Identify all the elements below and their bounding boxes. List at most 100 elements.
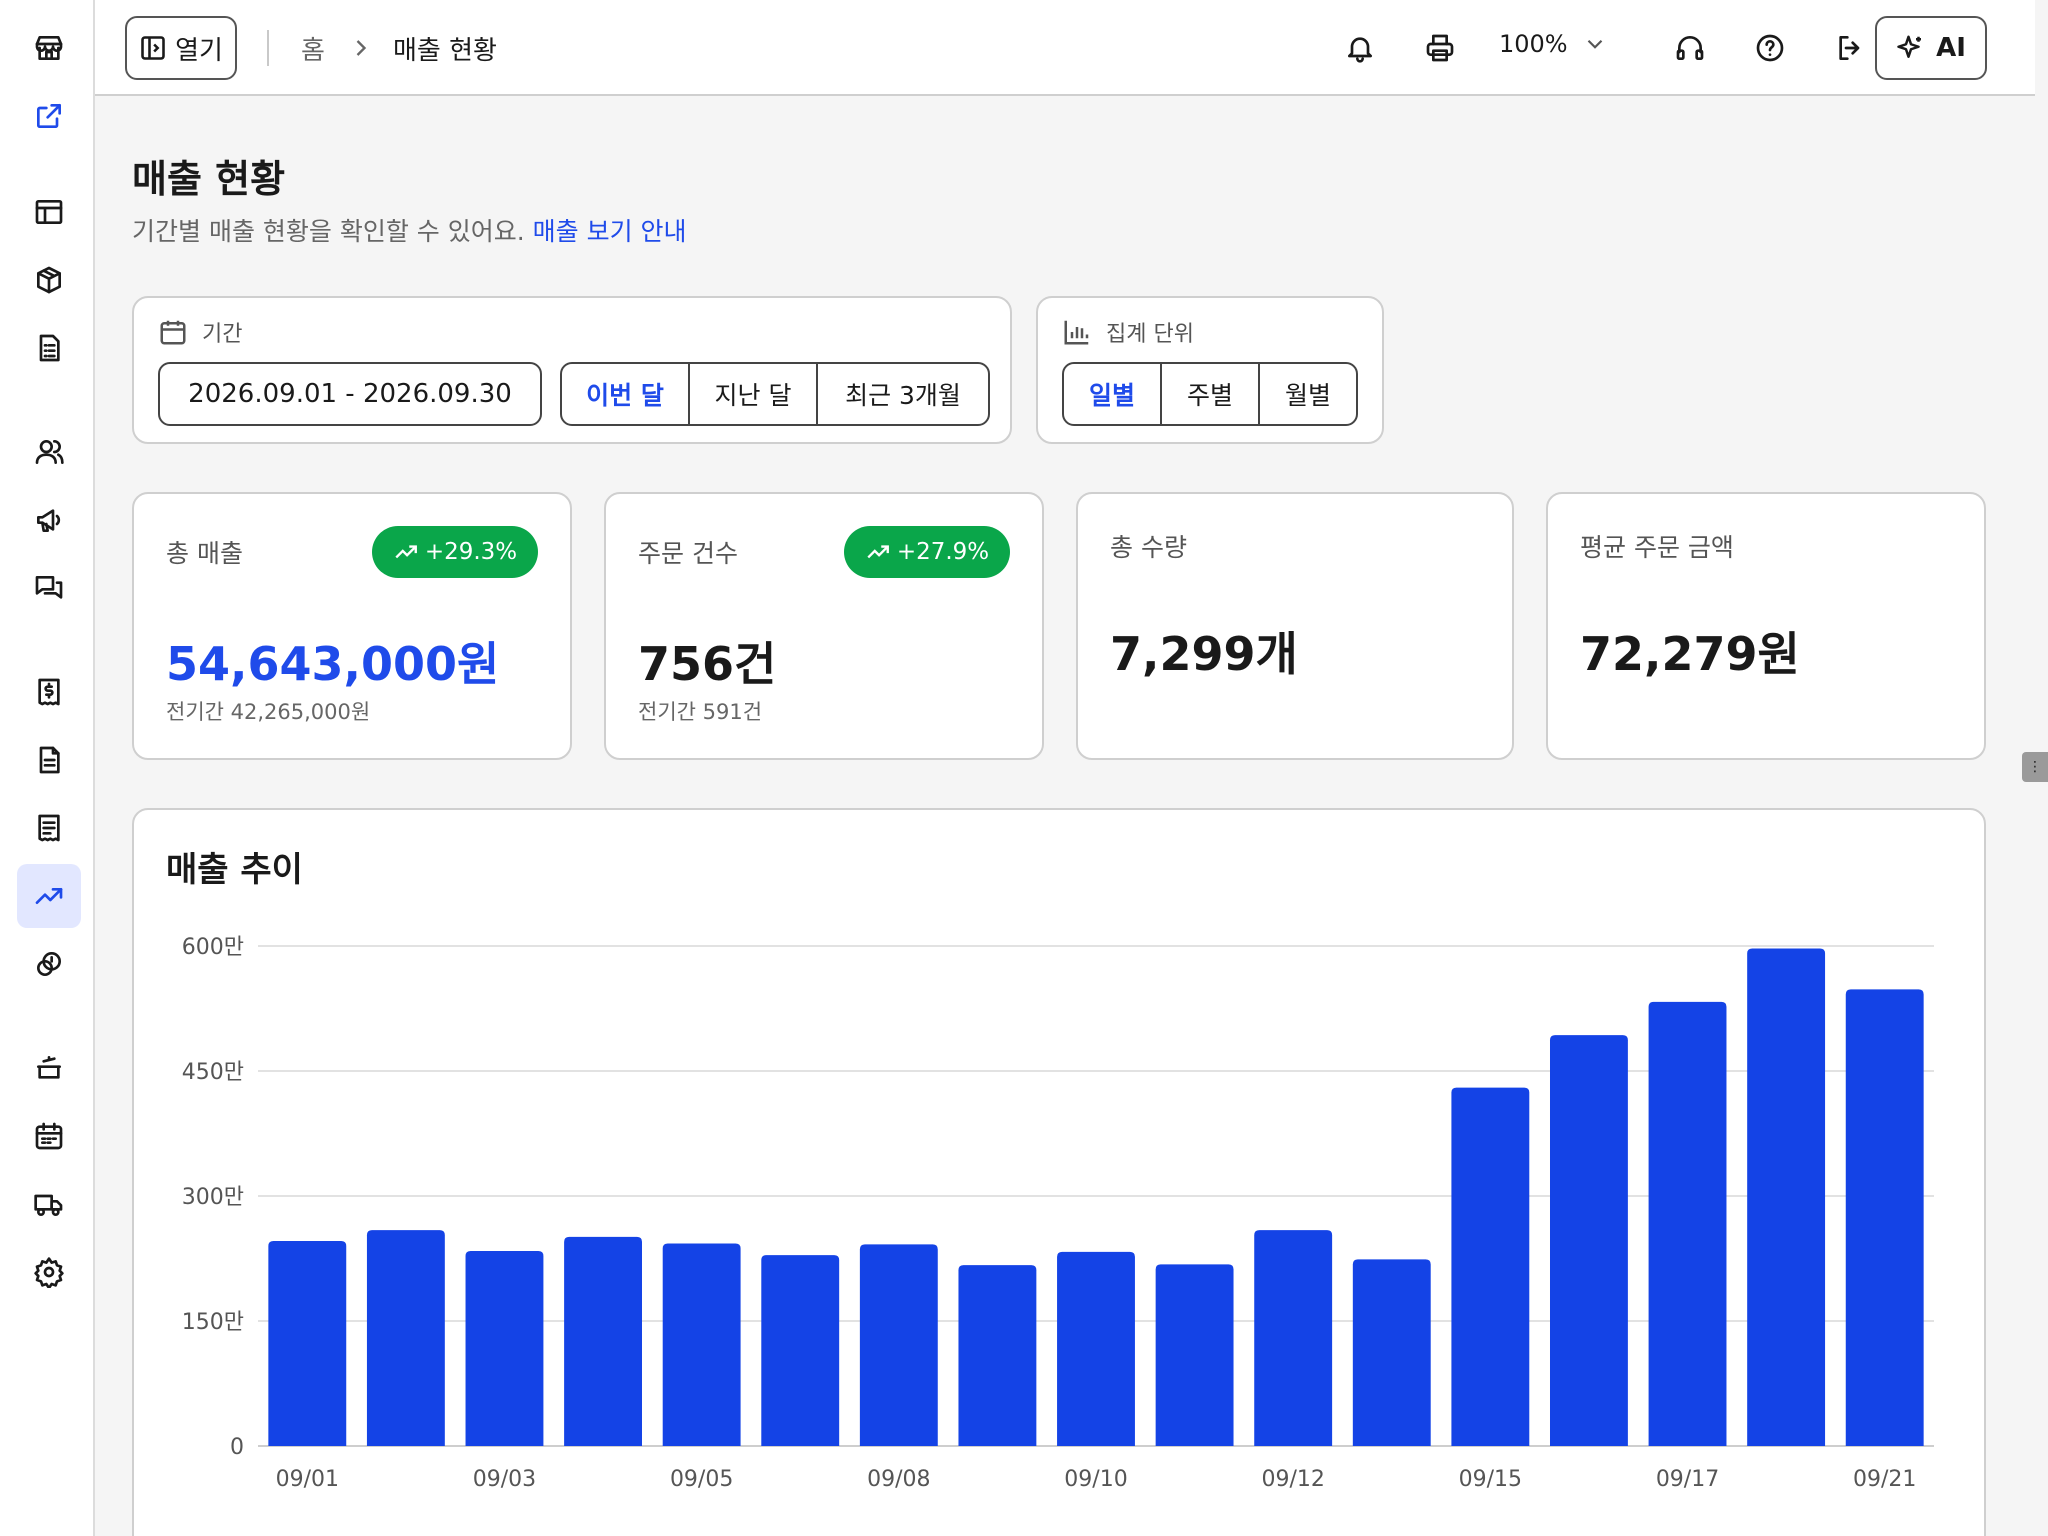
chevron-right-icon xyxy=(347,34,375,62)
y-tick-label: 600만 xyxy=(182,935,244,960)
sidebar xyxy=(0,0,95,1536)
page-description: 기간별 매출 현황을 확인할 수 있어요. 매출 보기 안내 xyxy=(132,212,687,248)
period-label: 기간 xyxy=(158,316,242,348)
document-list-icon[interactable] xyxy=(17,316,81,380)
sales-trend-icon[interactable] xyxy=(17,864,81,928)
bar-09-12[interactable] xyxy=(1254,1230,1333,1446)
bar-09-04[interactable] xyxy=(564,1236,643,1446)
headset-icon[interactable] xyxy=(1670,28,1710,68)
bar-09-06[interactable] xyxy=(761,1255,840,1446)
preset-this-month[interactable]: 이번 달 xyxy=(562,364,690,424)
period-filter-card: 기간 2026.09.01 - 2026.09.30 이번 달 지난 달 최근 … xyxy=(132,296,1012,444)
bar-09-13[interactable] xyxy=(1352,1259,1431,1446)
change-value: +27.9% xyxy=(896,539,990,565)
bar-09-18[interactable] xyxy=(1747,948,1826,1447)
unit-label-text: 집계 단위 xyxy=(1106,322,1194,347)
y-tick-label: 150만 xyxy=(182,1310,244,1335)
kpi-value: 72,279원 xyxy=(1580,627,1800,681)
document-icon[interactable] xyxy=(17,728,81,792)
truck-icon[interactable] xyxy=(17,1172,81,1236)
external-link-icon[interactable] xyxy=(17,84,81,148)
kpi-value: 756건 xyxy=(638,637,777,691)
resize-handle[interactable]: ⋮ xyxy=(2022,752,2048,782)
bar-09-01[interactable] xyxy=(268,1241,347,1446)
kpi-title: 주문 건수 xyxy=(638,539,738,568)
bar-09-02[interactable] xyxy=(366,1230,445,1446)
unit-filter-card: 집계 단위 일별 주별 월별 xyxy=(1036,296,1384,444)
unit-weekly[interactable]: 주별 xyxy=(1162,364,1260,424)
description-text: 기간별 매출 현황을 확인할 수 있어요. xyxy=(132,217,525,246)
kpi-title: 평균 주문 금액 xyxy=(1580,533,1734,562)
y-tick-label: 0 xyxy=(230,1435,244,1460)
x-tick-label: 09/21 xyxy=(1853,1467,1916,1492)
x-tick-label: 09/05 xyxy=(670,1467,733,1492)
bar-09-15[interactable] xyxy=(1451,1087,1530,1446)
logout-icon[interactable] xyxy=(1830,28,1870,68)
bar-09-11[interactable] xyxy=(1155,1264,1234,1446)
box-icon[interactable] xyxy=(17,248,81,312)
bar-09-03[interactable] xyxy=(465,1251,544,1446)
gear-icon[interactable] xyxy=(17,1240,81,1304)
open-sidebar-button[interactable]: 열기 xyxy=(125,16,237,80)
preset-last-month[interactable]: 지난 달 xyxy=(690,364,818,424)
store-icon[interactable] xyxy=(17,16,81,80)
x-tick-label: 09/01 xyxy=(276,1467,339,1492)
breadcrumb-home[interactable]: 홈 xyxy=(301,30,325,67)
x-tick-label: 09/17 xyxy=(1656,1467,1719,1492)
unit-label: 집계 단위 xyxy=(1062,316,1194,348)
bell-icon[interactable] xyxy=(1340,28,1380,68)
calendar-icon[interactable] xyxy=(17,1104,81,1168)
bar-09-17[interactable] xyxy=(1648,1001,1727,1446)
zoom-value: 100% xyxy=(1499,30,1568,58)
printer-icon[interactable] xyxy=(1420,28,1460,68)
kpi-title: 총 수량 xyxy=(1110,533,1187,562)
kpi-previous: 전기간 42,265,000원 xyxy=(166,700,371,724)
kpi-value: 7,299개 xyxy=(1110,627,1298,681)
table-icon[interactable] xyxy=(17,180,81,244)
trend-up-icon xyxy=(395,545,417,559)
topbar: 열기 홈 매출 현황 100% AI xyxy=(95,0,2035,96)
receipt-icon[interactable] xyxy=(17,796,81,860)
ai-button[interactable]: AI xyxy=(1875,16,1987,80)
kpi-value: 54,643,000원 xyxy=(166,637,500,691)
date-range-input[interactable]: 2026.09.01 - 2026.09.30 xyxy=(158,362,542,426)
bar-09-08[interactable] xyxy=(859,1244,938,1446)
bar-09-10[interactable] xyxy=(1057,1251,1135,1446)
kpi-title: 총 매출 xyxy=(166,539,243,568)
bar-09-21[interactable] xyxy=(1845,989,1924,1446)
kpi-total-quantity: 총 수량 7,299개 xyxy=(1076,492,1514,760)
change-value: +29.3% xyxy=(424,539,518,565)
bar-09-16[interactable] xyxy=(1549,1035,1628,1446)
zoom-select[interactable]: 100% xyxy=(1499,30,1608,58)
unit-daily[interactable]: 일별 xyxy=(1064,364,1162,424)
divider xyxy=(267,30,269,66)
ai-label: AI xyxy=(1936,33,1966,63)
x-tick-label: 09/10 xyxy=(1064,1467,1127,1492)
sidebar-toggle-icon xyxy=(141,36,165,60)
bar-09-05[interactable] xyxy=(662,1243,741,1447)
bar-chart-icon xyxy=(1064,320,1089,345)
sparkle-icon xyxy=(1897,35,1922,58)
x-tick-label: 09/15 xyxy=(1459,1467,1522,1492)
users-icon[interactable] xyxy=(17,420,81,484)
receipt-dollar-icon[interactable] xyxy=(17,660,81,724)
calendar-icon xyxy=(160,320,186,345)
help-link[interactable]: 매출 보기 안내 xyxy=(533,217,687,246)
coins-icon[interactable] xyxy=(17,932,81,996)
help-icon[interactable] xyxy=(1750,28,1790,68)
megaphone-icon[interactable] xyxy=(17,488,81,552)
preset-last-3-months[interactable]: 최근 3개월 xyxy=(818,364,988,424)
kpi-total-sales: 총 매출 +29.3% 54,643,000원 전기간 42,265,000원 xyxy=(132,492,572,760)
period-presets: 이번 달 지난 달 최근 3개월 xyxy=(560,362,990,426)
change-badge: +27.9% xyxy=(844,526,1010,578)
unit-monthly[interactable]: 월별 xyxy=(1260,364,1356,424)
chat-icon[interactable] xyxy=(17,556,81,620)
trend-up-icon xyxy=(867,545,889,559)
x-tick-label: 09/12 xyxy=(1261,1467,1324,1492)
change-badge: +29.3% xyxy=(372,526,538,578)
breadcrumb-current: 매출 현황 xyxy=(393,36,497,66)
bar-09-09[interactable] xyxy=(958,1265,1037,1446)
cooking-pot-icon[interactable] xyxy=(17,1036,81,1100)
y-tick-label: 450만 xyxy=(182,1060,244,1085)
kpi-previous: 전기간 591건 xyxy=(638,700,763,724)
